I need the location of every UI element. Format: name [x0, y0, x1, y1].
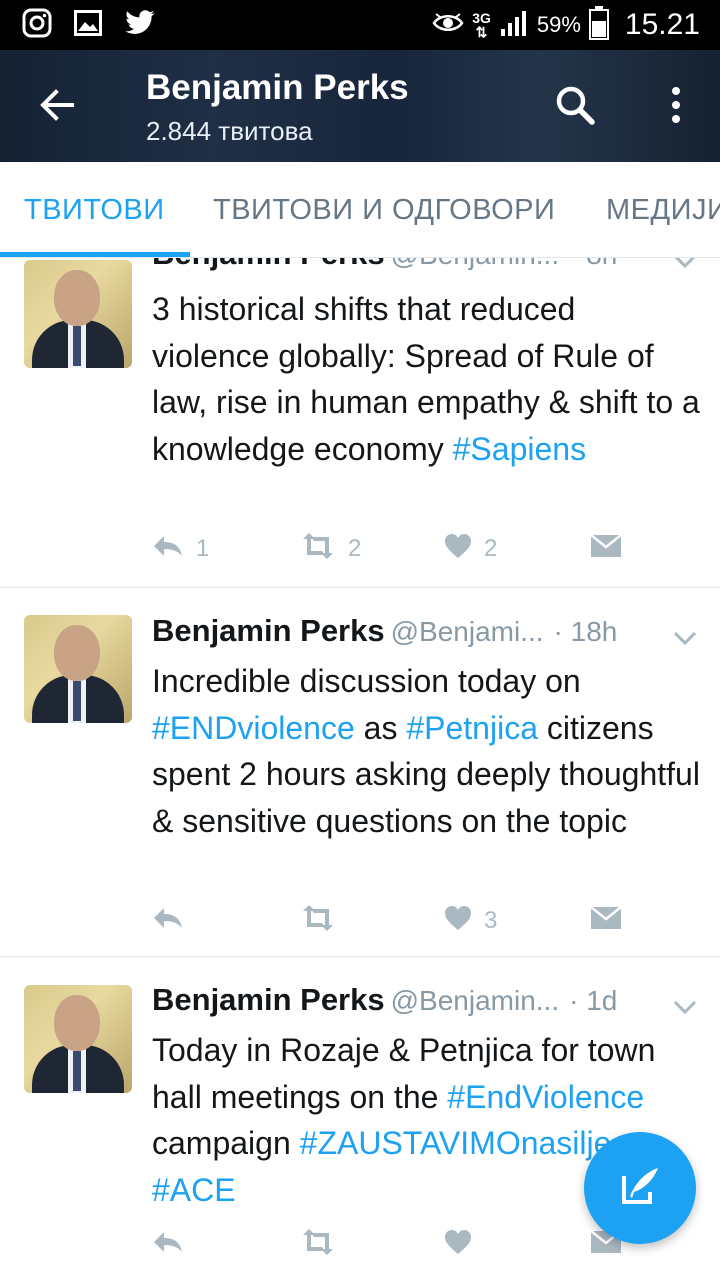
avatar[interactable]: [24, 615, 132, 723]
avatar[interactable]: [24, 260, 132, 368]
tweet-text: 3 historical shifts that reduced violenc…: [152, 286, 700, 472]
tab-tweets-and-replies[interactable]: ТВИТОВИ И ОДГОВОРИ: [213, 194, 555, 227]
instagram-icon: [22, 8, 52, 42]
tweet-text-segment: Incredible discussion today on: [152, 663, 581, 699]
hashtag-link[interactable]: #EndViolence: [447, 1079, 644, 1115]
chevron-down-icon[interactable]: [672, 998, 698, 1016]
search-icon[interactable]: [552, 82, 598, 128]
tweet-count: 2.844 твитова: [146, 116, 313, 146]
like-count: 3: [484, 907, 498, 934]
hashtag-link[interactable]: #ZAUSTAVIMOnasilje: [300, 1125, 612, 1161]
retweet-icon: [300, 532, 336, 566]
twitter-icon: [124, 10, 156, 40]
retweet-button[interactable]: [300, 901, 348, 941]
reply-button[interactable]: [152, 901, 196, 941]
tweet-actions: 1 2 2: [152, 529, 632, 569]
profile-tabs: ТВИТОВИ ТВИТОВИ И ОДГОВОРИ МЕДИЈИ: [0, 162, 720, 258]
tweet-actions: [152, 1225, 632, 1265]
hashtag-link[interactable]: #Petnjica: [406, 710, 538, 746]
battery-percent: 59%: [536, 12, 581, 37]
profile-name: Benjamin Perks: [146, 68, 409, 107]
direct-message-button[interactable]: [590, 529, 622, 569]
tweet[interactable]: Benjamin Perks @Benjami... · 18h Incredibl…: [0, 588, 720, 957]
profile-header: Benjamin Perks 2.844 твитова: [0, 50, 720, 162]
heart-icon: [444, 1229, 472, 1262]
tweet-author-handle[interactable]: @Benjami...: [391, 616, 544, 647]
retweet-count: 2: [348, 535, 362, 562]
like-button[interactable]: 2: [444, 529, 497, 569]
retweet-icon: [300, 1228, 336, 1262]
clock: 15.21: [624, 8, 700, 41]
battery-icon: [588, 6, 609, 44]
reply-icon: [152, 534, 184, 565]
signal-icon: [499, 9, 529, 41]
tweet-header: Benjamin Perks @Benjamin... · 1d: [152, 982, 692, 1022]
tweet-header: Benjamin Perks @Benjami... · 18h: [152, 613, 692, 653]
image-icon: [74, 10, 102, 40]
compose-tweet-button[interactable]: [584, 1132, 696, 1244]
tweet-time: · 8h: [569, 258, 617, 270]
heart-icon: [444, 905, 472, 938]
tweet-text-segment: 3 historical shifts that reduced violenc…: [152, 291, 700, 467]
tab-media[interactable]: МЕДИЈИ: [606, 194, 720, 227]
tweet-header: Benjamin Perks @Benjamin... · 8h: [152, 258, 692, 276]
eye-icon: [432, 12, 464, 38]
hashtag-link[interactable]: #Sapiens: [453, 431, 586, 467]
tweet-author-name[interactable]: Benjamin Perks: [152, 258, 385, 271]
tweet-author-name[interactable]: Benjamin Perks: [152, 613, 385, 648]
tweet-time: · 1d: [569, 985, 618, 1016]
tweet-text-segment: as: [354, 709, 407, 746]
compose-tweet-icon: [616, 1162, 664, 1214]
like-button[interactable]: 3: [444, 901, 497, 941]
reply-button[interactable]: [152, 1225, 184, 1265]
reply-icon: [152, 1230, 184, 1261]
retweet-button[interactable]: 2: [300, 529, 361, 569]
tweet-time: · 18h: [553, 616, 618, 647]
network-type: 3G ⇅: [472, 10, 491, 40]
reply-button[interactable]: 1: [152, 529, 209, 569]
tweet-author-handle[interactable]: @Benjamin...: [391, 985, 560, 1016]
tweet-text: Incredible discussion today on #ENDviole…: [152, 658, 700, 844]
like-count: 2: [484, 535, 498, 562]
tweet[interactable]: Benjamin Perks @Benjamin... · 8h 3 histori…: [0, 258, 720, 588]
retweet-icon: [300, 904, 336, 938]
tweet-author-name[interactable]: Benjamin Perks: [152, 982, 385, 1017]
status-bar: 3G ⇅ 59% 15.21: [0, 0, 720, 50]
reply-icon: [152, 906, 184, 937]
back-arrow-icon[interactable]: [32, 80, 82, 130]
envelope-icon: [590, 533, 622, 566]
tweet-feed[interactable]: Benjamin Perks@Benjamin...· 8h 3 histori…: [0, 258, 720, 1280]
envelope-icon: [590, 905, 622, 938]
hashtag-link[interactable]: #ENDviolence: [152, 710, 355, 746]
tab-tweets[interactable]: ТВИТОВИ: [24, 194, 165, 227]
hashtag-link[interactable]: #ACE: [152, 1172, 236, 1208]
tweet-actions: 3: [152, 901, 632, 941]
heart-icon: [444, 533, 472, 566]
reply-count: 1: [196, 535, 210, 562]
chevron-down-icon[interactable]: [672, 258, 698, 270]
avatar[interactable]: [24, 985, 132, 1093]
more-options-icon[interactable]: [660, 82, 692, 128]
like-button[interactable]: [444, 1225, 472, 1265]
tweet-text-segment: campaign: [152, 1125, 300, 1161]
retweet-button[interactable]: [300, 1225, 336, 1265]
direct-message-button[interactable]: [590, 901, 622, 941]
chevron-down-icon[interactable]: [672, 629, 698, 647]
tweet-author-handle[interactable]: @Benjamin...: [391, 258, 560, 270]
